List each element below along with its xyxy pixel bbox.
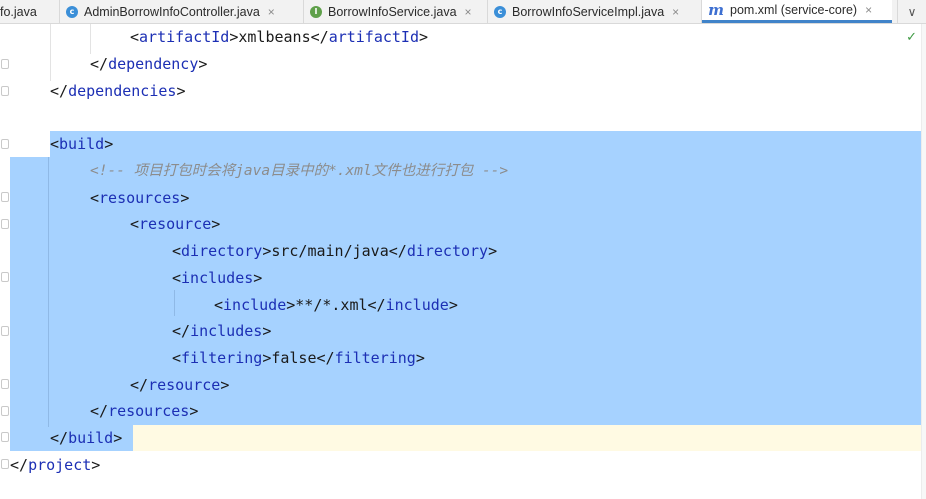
indent-guide: [48, 157, 49, 427]
code-line-resource-close: </resource>: [130, 376, 230, 394]
xml-tag: directory: [406, 242, 489, 260]
tab-pom-xml[interactable]: m pom.xml (service-core) ×: [702, 0, 892, 23]
code-line-project-close: </project>: [10, 456, 101, 474]
fold-marker-icon[interactable]: [1, 86, 9, 96]
xml-tag: resources: [99, 189, 181, 207]
selection-highlight: [50, 131, 922, 157]
fold-marker-icon[interactable]: [1, 59, 9, 69]
code-line-resources-close: </resources>: [90, 402, 199, 420]
xml-tag: include: [223, 296, 287, 314]
xml-text: src/main/java: [271, 242, 389, 260]
fold-marker-icon[interactable]: [1, 326, 9, 336]
close-icon[interactable]: ×: [268, 5, 275, 19]
xml-tag: artifactId: [328, 28, 419, 46]
tab-admin-borrow-info-controller[interactable]: c AdminBorrowInfoController.java ×: [60, 0, 304, 23]
code-line-comment: <!-- 项目打包时会将java目录中的*.xml文件也进行打包 -->: [90, 163, 509, 179]
tab-label: BorrowInfoService.java: [328, 4, 457, 19]
close-icon[interactable]: ×: [672, 5, 679, 19]
xml-tag: dependencies: [68, 82, 177, 100]
code-line-resources-open: <resources>: [90, 189, 190, 207]
code-line-artifact-id: <artifactId>xmlbeans</artifactId>: [130, 28, 429, 46]
interface-icon: I: [310, 5, 322, 18]
xml-tag: resource: [148, 376, 221, 394]
xml-tag: filtering: [334, 349, 416, 367]
xml-tag: project: [28, 456, 92, 474]
indent-guide: [90, 24, 91, 54]
code-line-resource-open: <resource>: [130, 215, 221, 233]
xml-tag: filtering: [181, 349, 263, 367]
tab-label: BorrowInfoServiceImpl.java: [512, 4, 665, 19]
tab-list-dropdown-icon[interactable]: ∨: [897, 0, 926, 23]
xml-tag: directory: [181, 242, 263, 260]
fold-marker-icon[interactable]: [1, 139, 9, 149]
class-icon: c: [66, 5, 78, 18]
tab-label: AdminBorrowInfoController.java: [84, 4, 260, 19]
close-icon[interactable]: ×: [465, 5, 472, 19]
indent-guide: [174, 290, 175, 316]
code-line-directory: <directory>src/main/java</directory>: [172, 242, 498, 260]
code-line-dependencies-close: </dependencies>: [50, 82, 186, 100]
tab-fo-java[interactable]: fo.java: [0, 0, 60, 23]
code-editor[interactable]: <artifactId>xmlbeans</artifactId> </depe…: [0, 24, 926, 499]
class-icon: c: [494, 5, 506, 18]
editor-scrollbar[interactable]: [921, 24, 926, 499]
code-line-include: <include>**/*.xml</include>: [214, 296, 458, 314]
code-line-includes-close: </includes>: [172, 322, 272, 340]
tab-label: fo.java: [0, 4, 37, 19]
xml-tag: resources: [108, 402, 190, 420]
xml-tag: build: [59, 135, 105, 153]
maven-icon: m: [708, 1, 724, 19]
fold-marker-icon[interactable]: [1, 272, 9, 282]
indent-guide: [50, 24, 51, 81]
xml-tag: includes: [181, 269, 254, 287]
editor-tab-bar: fo.java c AdminBorrowInfoController.java…: [0, 0, 926, 24]
code-line-filtering: <filtering>false</filtering>: [172, 349, 425, 367]
xml-tag: build: [68, 429, 114, 447]
caret-line-highlight: [10, 425, 922, 451]
code-line-includes-open: <includes>: [172, 269, 263, 287]
xml-tag: artifactId: [139, 28, 230, 46]
xml-tag: includes: [190, 322, 263, 340]
xml-tag: resource: [139, 215, 212, 233]
inspection-ok-check-icon[interactable]: ✓: [906, 30, 917, 45]
fold-marker-icon[interactable]: [1, 219, 9, 229]
fold-marker-icon[interactable]: [1, 406, 9, 416]
close-icon[interactable]: ×: [865, 3, 872, 17]
xml-text: **/*.xml: [295, 296, 368, 314]
fold-marker-icon[interactable]: [1, 379, 9, 389]
xml-tag: include: [385, 296, 449, 314]
xml-tag: dependency: [108, 55, 199, 73]
ide-window: fo.java c AdminBorrowInfoController.java…: [0, 0, 926, 499]
code-line-build-close: </build>: [50, 429, 123, 447]
code-line-build-open: <build>: [50, 135, 114, 153]
xml-text: xmlbeans: [238, 28, 311, 46]
fold-marker-icon[interactable]: [1, 192, 9, 202]
fold-marker-icon[interactable]: [1, 459, 9, 469]
xml-text: false: [271, 349, 317, 367]
tab-label: pom.xml (service-core): [730, 3, 858, 17]
tab-borrow-info-service-impl[interactable]: c BorrowInfoServiceImpl.java ×: [488, 0, 702, 23]
code-line-dependency-close: </dependency>: [90, 55, 208, 73]
tab-borrow-info-service[interactable]: I BorrowInfoService.java ×: [304, 0, 488, 23]
fold-marker-icon[interactable]: [1, 432, 9, 442]
